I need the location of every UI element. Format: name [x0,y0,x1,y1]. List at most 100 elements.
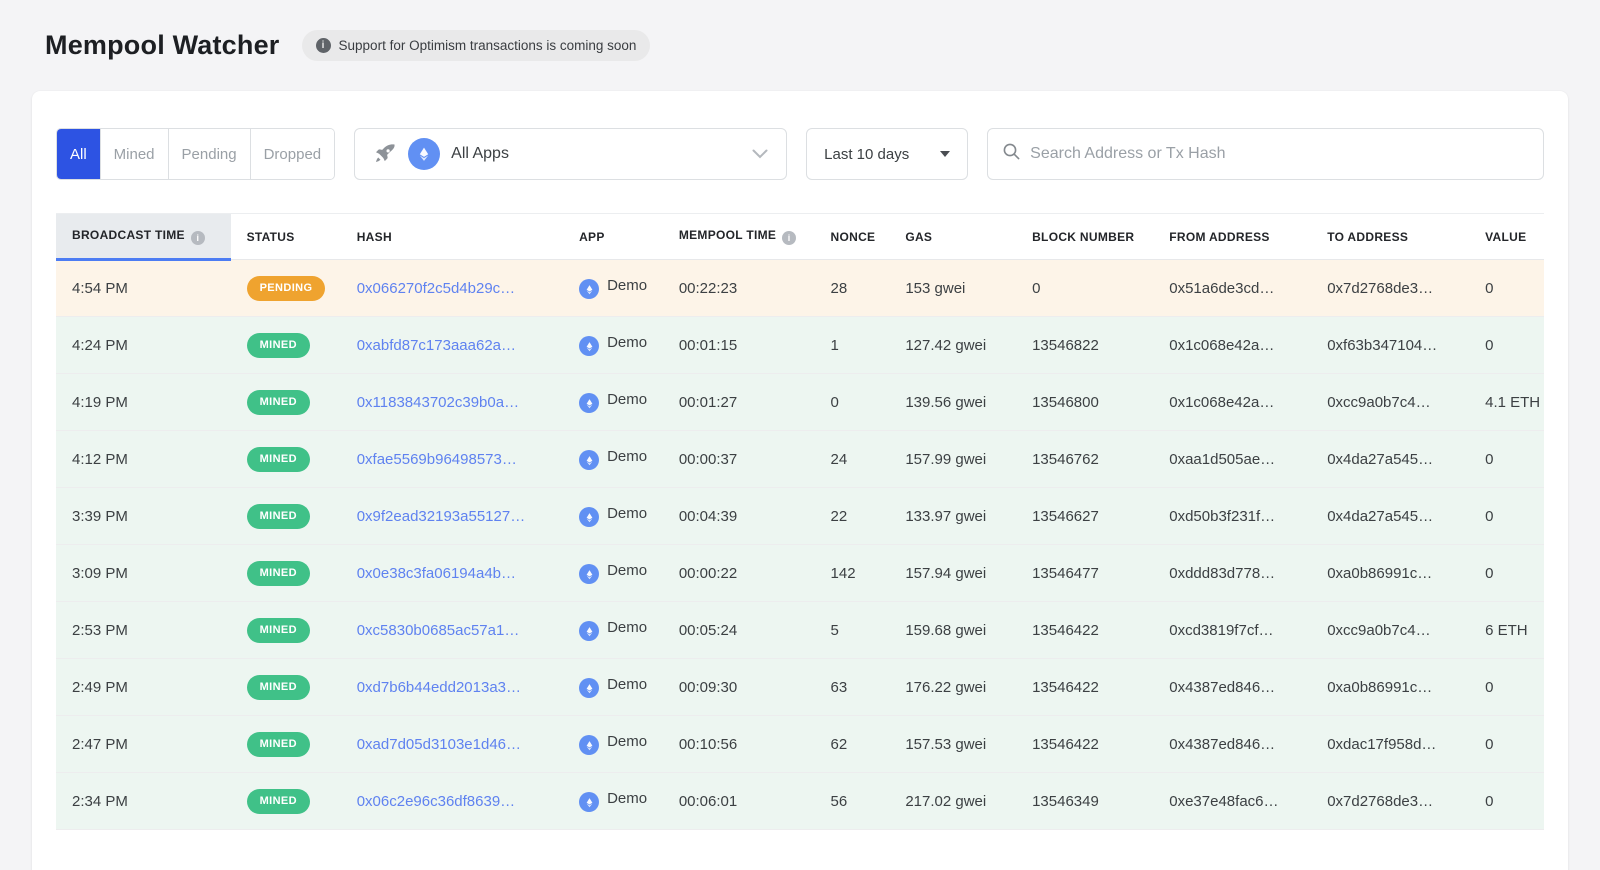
column-header-from-address[interactable]: FROM ADDRESS [1153,214,1311,260]
value-cell: 0 [1469,545,1544,602]
toolbar: All Mined Pending Dropped [56,128,1544,180]
tx-hash-link[interactable]: 0xfae5569b96498573… [357,451,517,468]
block-number-cell: 13546422 [1016,659,1153,716]
app-cell: Demo [563,317,663,374]
mempool-watcher-page: Mempool Watcher i Support for Optimism t… [0,0,1600,870]
search-input[interactable] [1030,145,1529,163]
column-header-gas[interactable]: GAS [889,214,1016,260]
status-badge: MINED [247,732,310,757]
value-cell: 0 [1469,773,1544,830]
status-badge: MINED [247,675,310,700]
app-name: Demo [607,676,647,693]
mempool-time-cell: 00:05:24 [663,602,815,659]
mempool-time-cell: 00:22:23 [663,260,815,317]
tx-hash-link[interactable]: 0x06c2e96c36df8639… [357,793,515,810]
column-header-mempool-time[interactable]: MEMPOOL TIMEi [663,214,815,260]
app-name: Demo [607,505,647,522]
column-header-block-number[interactable]: BLOCK NUMBER [1016,214,1153,260]
nonce-cell: 0 [815,374,890,431]
tx-hash-link[interactable]: 0xc5830b0685ac57a1… [357,622,520,639]
status-filter-tabs: All Mined Pending Dropped [56,128,335,180]
hash-cell: 0xad7d05d3103e1d46… [341,716,563,773]
column-header-broadcast-time[interactable]: BROADCAST TIMEi [56,214,231,260]
to-address-cell: 0xdac17f958d… [1311,716,1469,773]
value-cell: 0 [1469,260,1544,317]
block-number-cell: 13546822 [1016,317,1153,374]
nonce-cell: 1 [815,317,890,374]
tx-hash-link[interactable]: 0x0e38c3fa06194a4b… [357,565,516,582]
from-address-cell: 0xcd3819f7cf… [1153,602,1311,659]
ethereum-icon [579,393,599,413]
column-header-to-address[interactable]: TO ADDRESS [1311,214,1469,260]
column-label: BROADCAST TIME [72,228,185,242]
ethereum-icon [579,450,599,470]
tx-hash-link[interactable]: 0x066270f2c5d4b29c… [357,280,515,297]
tx-row: 4:24 PMMINED0xabfd87c173aaa62a…Demo00:01… [56,317,1544,374]
gas-cell: 139.56 gwei [889,374,1016,431]
column-header-app[interactable]: APP [563,214,663,260]
column-header-value[interactable]: VALUE [1469,214,1544,260]
from-address-cell: 0x51a6de3cd… [1153,260,1311,317]
rocket-icon [373,142,397,166]
column-label: TO ADDRESS [1327,230,1408,244]
column-label: GAS [905,230,932,244]
search-box [987,128,1544,180]
ethereum-icon [579,564,599,584]
date-range-select[interactable]: Last 10 days [806,128,968,180]
tx-hash-link[interactable]: 0xad7d05d3103e1d46… [357,736,521,753]
status-badge: MINED [247,447,310,472]
status-badge: MINED [247,618,310,643]
mempool-time-cell: 00:01:27 [663,374,815,431]
hash-cell: 0x06c2e96c36df8639… [341,773,563,830]
broadcast-time-cell: 4:19 PM [56,374,231,431]
status-cell: MINED [231,716,341,773]
broadcast-time-cell: 2:49 PM [56,659,231,716]
tx-row: 4:12 PMMINED0xfae5569b96498573…Demo00:00… [56,431,1544,488]
gas-cell: 159.68 gwei [889,602,1016,659]
to-address-cell: 0xcc9a0b7c4… [1311,374,1469,431]
app-filter-select[interactable]: All Apps [354,128,787,180]
block-number-cell: 13546349 [1016,773,1153,830]
app-cell: Demo [563,773,663,830]
tx-table-header-row: BROADCAST TIMEi STATUS HASH APP MEMPOOL TIME… [56,214,1544,260]
hash-cell: 0x0e38c3fa06194a4b… [341,545,563,602]
value-cell: 0 [1469,716,1544,773]
page-title: Mempool Watcher [45,30,280,61]
tab-all[interactable]: All [57,129,101,179]
mempool-time-cell: 00:09:30 [663,659,815,716]
ethereum-icon [579,279,599,299]
column-header-hash[interactable]: HASH [341,214,563,260]
tab-dropped[interactable]: Dropped [251,129,335,179]
hash-cell: 0x1183843702c39b0a… [341,374,563,431]
broadcast-time-cell: 4:12 PM [56,431,231,488]
ethereum-icon [579,336,599,356]
gas-cell: 176.22 gwei [889,659,1016,716]
tab-mined[interactable]: Mined [101,129,169,179]
search-icon [1002,142,1021,166]
chevron-down-icon [752,149,768,159]
column-header-nonce[interactable]: NONCE [815,214,890,260]
tx-hash-link[interactable]: 0xabfd87c173aaa62a… [357,337,516,354]
from-address-cell: 0xe37e48fac6… [1153,773,1311,830]
status-badge: MINED [247,561,310,586]
column-label: APP [579,230,605,244]
to-address-cell: 0x7d2768de3… [1311,260,1469,317]
nonce-cell: 28 [815,260,890,317]
tab-pending[interactable]: Pending [169,129,251,179]
app-cell: Demo [563,545,663,602]
tx-hash-link[interactable]: 0x9f2ead32193a55127… [357,508,526,525]
column-header-status[interactable]: STATUS [231,214,341,260]
tx-hash-link[interactable]: 0xd7b6b44edd2013a3… [357,679,521,696]
column-label: STATUS [247,230,295,244]
from-address-cell: 0xddd83d778… [1153,545,1311,602]
hash-cell: 0x066270f2c5d4b29c… [341,260,563,317]
mempool-time-cell: 00:00:22 [663,545,815,602]
broadcast-time-cell: 2:53 PM [56,602,231,659]
app-name: Demo [607,619,647,636]
gas-cell: 157.99 gwei [889,431,1016,488]
to-address-cell: 0xa0b86991c… [1311,545,1469,602]
app-name: Demo [607,334,647,351]
block-number-cell: 13546477 [1016,545,1153,602]
tx-hash-link[interactable]: 0x1183843702c39b0a… [357,394,519,411]
gas-cell: 127.42 gwei [889,317,1016,374]
